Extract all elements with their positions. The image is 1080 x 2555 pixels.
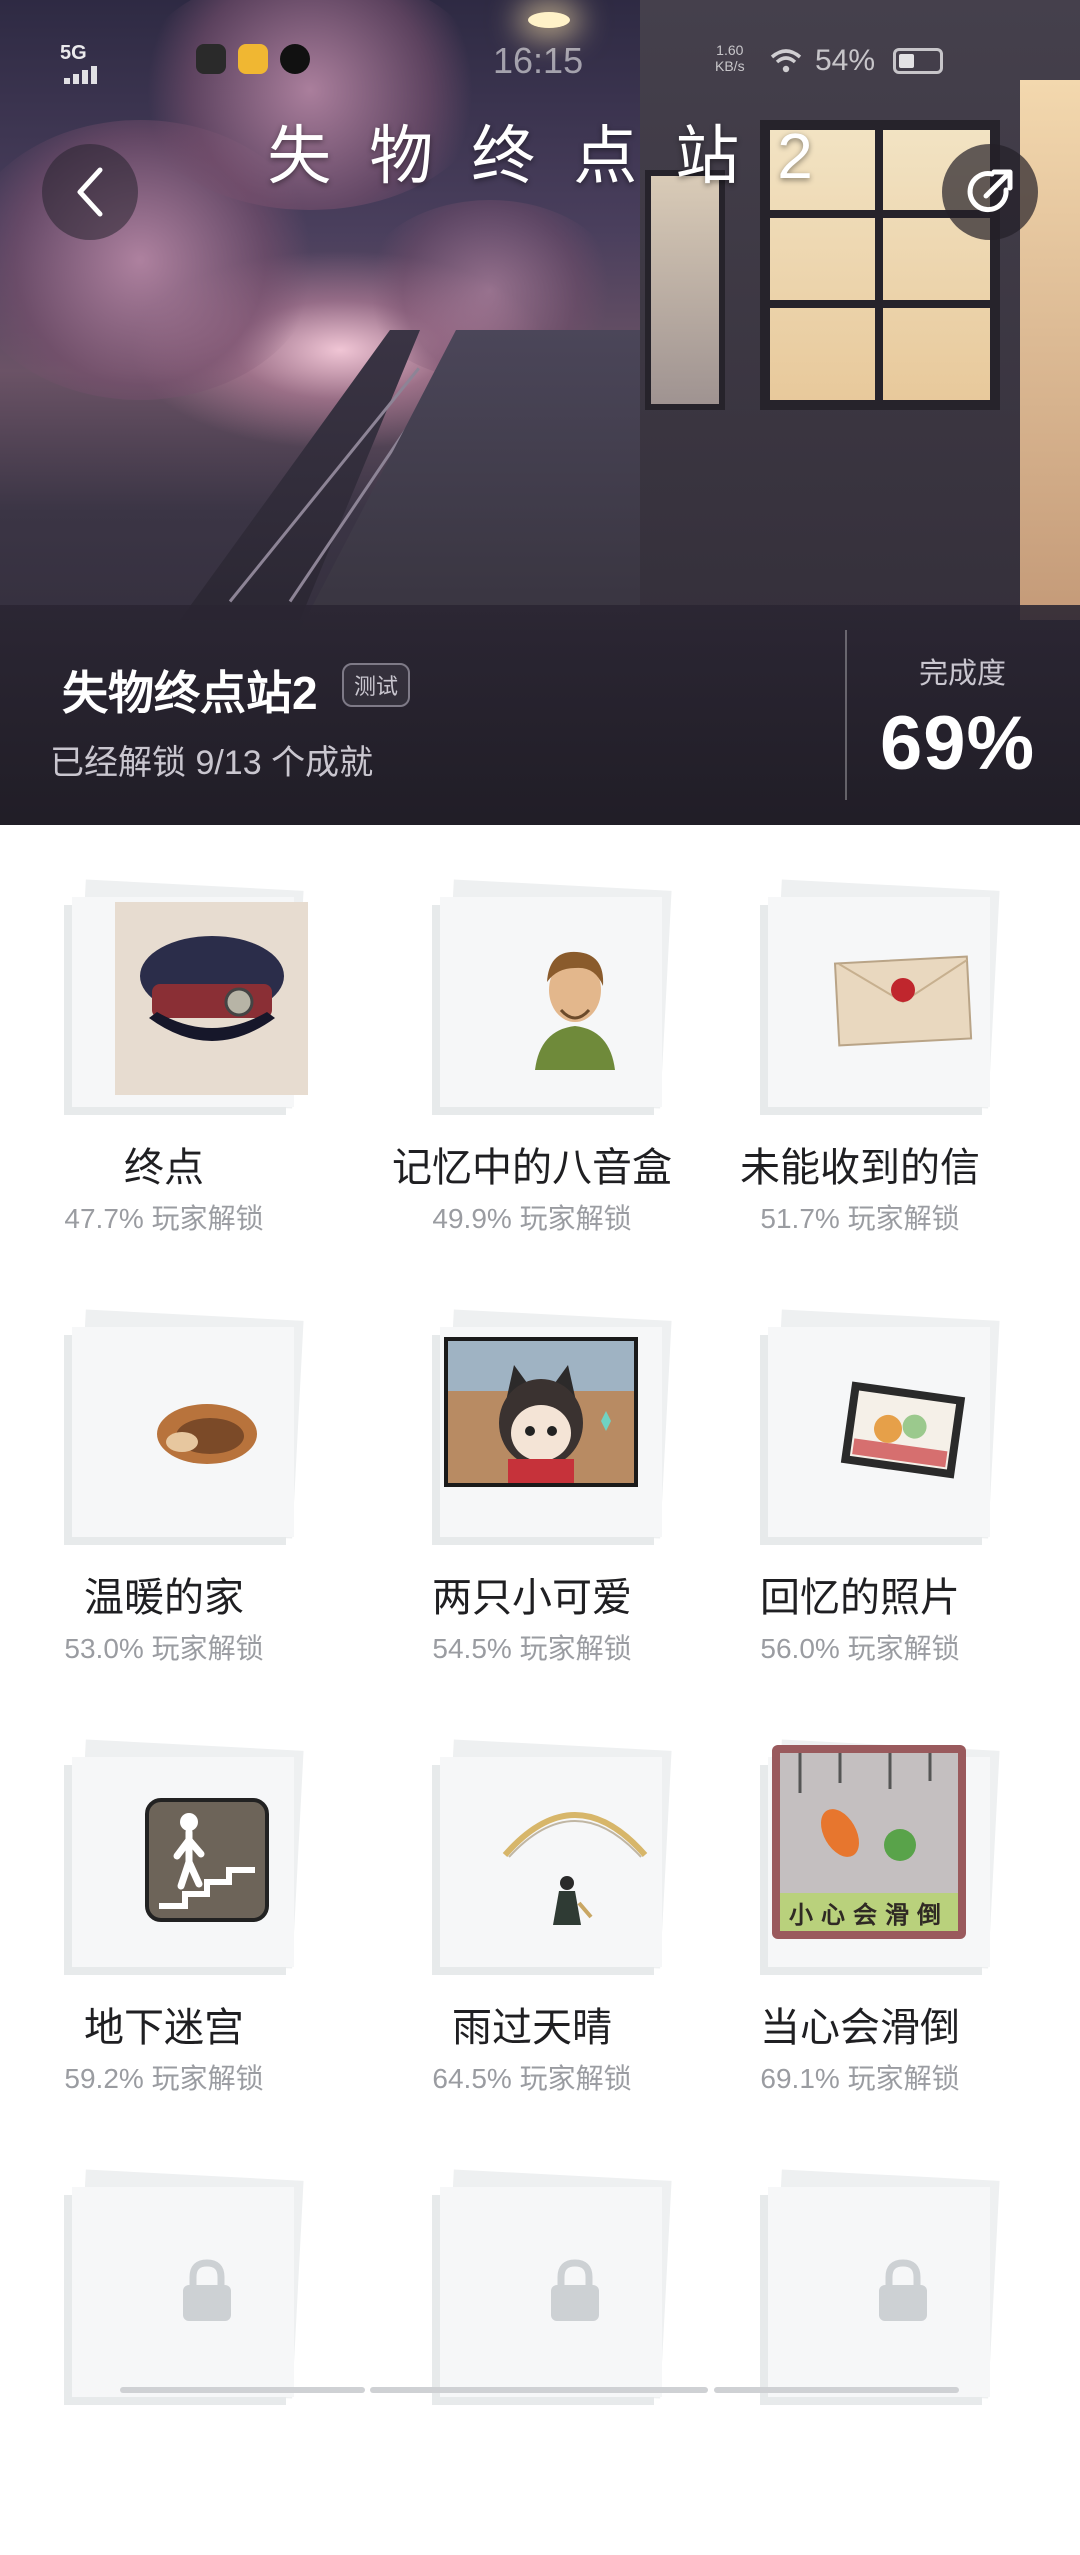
sealed-letter-icon <box>808 905 998 1095</box>
cat-girl-screen-icon <box>444 1337 638 1487</box>
lock-icon <box>480 2195 670 2385</box>
scroll-indicator <box>714 2387 959 2393</box>
achievement-stat: 64.5% 玩家解锁 <box>432 2063 632 2094</box>
lock-icon <box>112 2195 302 2385</box>
locked-achievement-card[interactable] <box>0 2135 328 2555</box>
achievement-title: 温暖的家 <box>84 1576 244 1620</box>
achievement-stat: 51.7% 玩家解锁 <box>760 1203 960 1234</box>
unlock-progress-text: 已经解锁 9/13 个成就 <box>50 744 374 782</box>
chevron-left-icon <box>77 167 103 217</box>
ceiling-lamp <box>528 12 570 28</box>
achievement-title: 终点 <box>124 1146 204 1190</box>
back-button[interactable] <box>42 144 138 240</box>
achievement-title: 当心会滑倒 <box>760 2006 960 2050</box>
app-notification-icon <box>280 44 310 74</box>
achievement-card[interactable]: 回忆的照片 56.0% 玩家解锁 <box>696 1275 1024 1695</box>
achievement-stat: 56.0% 玩家解锁 <box>760 1633 960 1664</box>
achievement-stat: 49.9% 玩家解锁 <box>432 1203 632 1234</box>
side-window <box>645 170 725 410</box>
achievement-title: 地下迷宫 <box>84 2006 244 2050</box>
achievement-card[interactable]: 温暖的家 53.0% 玩家解锁 <box>0 1275 328 1695</box>
test-badge: 测试 <box>342 663 411 707</box>
achievement-title: 记忆中的八音盒 <box>392 1146 672 1190</box>
scroll-indicator <box>370 2387 708 2393</box>
achievement-stat: 54.5% 玩家解锁 <box>432 1633 632 1664</box>
completion-value: 69% <box>880 701 1036 786</box>
achievement-card[interactable]: 两只小可爱 54.5% 玩家解锁 <box>368 1275 696 1695</box>
rainbow-girl-icon <box>480 1765 670 1955</box>
achievement-card[interactable]: 终点 47.7% 玩家解锁 <box>0 845 328 1265</box>
share-icon <box>967 169 1013 213</box>
achievement-stat: 69.1% 玩家解锁 <box>760 2063 960 2094</box>
achievement-card[interactable]: 雨过天晴 64.5% 玩家解锁 <box>368 1705 696 2125</box>
wifi-icon <box>770 49 802 73</box>
slippery-sign-icon: 小心会滑倒 <box>772 1745 966 1939</box>
status-bar: 5G 16:15 1.60 KB/s 54% <box>0 30 1080 90</box>
sleeping-cat-icon <box>112 1335 302 1525</box>
achievement-title: 雨过天晴 <box>452 2006 612 2050</box>
achievement-title: 未能收到的信 <box>740 1146 980 1190</box>
achievement-card[interactable]: 小心会滑倒 当心会滑倒 69.1% 玩家解锁 <box>696 1705 1024 2125</box>
clock: 16:15 <box>493 40 584 81</box>
share-button[interactable] <box>942 144 1038 240</box>
achievement-title: 回忆的照片 <box>760 1576 960 1620</box>
achievement-stat: 59.2% 玩家解锁 <box>64 2063 264 2094</box>
locked-achievement-card[interactable] <box>368 2135 696 2555</box>
signal-icon <box>64 66 104 84</box>
conductor-cap-icon <box>115 902 308 1095</box>
network-indicator: 5G <box>60 42 87 64</box>
battery-icon <box>893 48 943 74</box>
portrait-icon <box>480 905 670 1095</box>
network-speed: 1.60 KB/s <box>715 42 745 74</box>
page-title: 失物终点站2 <box>267 120 851 192</box>
achievement-card[interactable]: 未能收到的信 51.7% 玩家解锁 <box>696 845 1024 1265</box>
lock-icon <box>808 2195 998 2385</box>
game-name: 失物终点站2 <box>62 667 318 719</box>
achievement-stat: 47.7% 玩家解锁 <box>64 1203 264 1234</box>
achievement-card[interactable]: 地下迷宫 59.2% 玩家解锁 <box>0 1705 328 2125</box>
achievement-title: 两只小可爱 <box>432 1576 632 1620</box>
photo-frame-icon <box>808 1335 998 1525</box>
completion-label: 完成度 <box>918 658 1006 690</box>
stairs-sign-icon <box>112 1765 302 1955</box>
achievement-card[interactable]: 记忆中的八音盒 49.9% 玩家解锁 <box>368 845 696 1265</box>
camera-app-icon <box>238 44 268 74</box>
locked-achievement-card[interactable] <box>696 2135 1024 2555</box>
achievement-summary: 失物终点站2 测试 已经解锁 9/13 个成就 完成度 69% <box>0 605 1080 825</box>
notification-icons <box>196 44 310 74</box>
slippery-sign-text: 小心会滑倒 <box>789 1902 949 1929</box>
scroll-indicator <box>120 2387 365 2393</box>
battery-percentage: 54% <box>815 44 876 77</box>
app-notification-icon <box>196 44 226 74</box>
achievement-stat: 53.0% 玩家解锁 <box>64 1633 264 1664</box>
